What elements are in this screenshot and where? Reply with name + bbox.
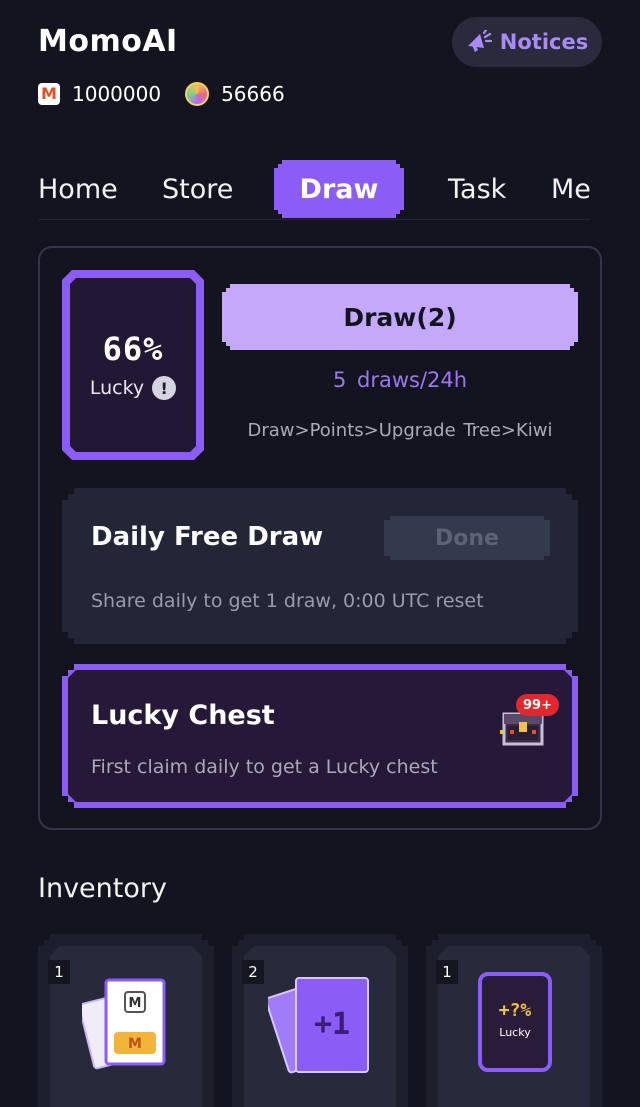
kiwi-fruit-icon [185, 82, 210, 106]
daily-free-draw-title: Daily Free Draw [91, 522, 324, 552]
lucky-percent: 66% [102, 330, 164, 368]
chest-count-badge: 99+ [516, 694, 559, 716]
balances: M 1000000 56666 [38, 82, 285, 106]
momo-coin-icon: M [38, 83, 60, 105]
kiwi-value: 56666 [221, 82, 285, 106]
notices-button[interactable]: Notices [452, 17, 602, 67]
notices-label: Notices [499, 30, 589, 54]
lucky-card: 66% Lucky ! [62, 270, 204, 460]
main-nav: Home Store Draw Task Me [38, 160, 591, 220]
tab-task[interactable]: Task [448, 174, 506, 205]
lucky-chest-description: First claim daily to get a Lucky chest [91, 756, 438, 778]
tab-draw[interactable]: Draw [274, 160, 404, 218]
momo-coin-balance: M 1000000 [38, 82, 161, 106]
svg-text:M: M [129, 996, 142, 1011]
momo-card-icon: M M [82, 976, 178, 1070]
lucky-chest-inner: Lucky Chest First claim daily to get a L… [68, 670, 572, 802]
done-button[interactable]: Done [384, 516, 550, 560]
app-title: MomoAI [38, 24, 178, 59]
megaphone-icon [467, 30, 492, 52]
inventory-title: Inventory [38, 873, 167, 904]
lucky-boost-card-icon: +?% Lucky [478, 972, 552, 1072]
plus-one-draw-card-icon: +1 [268, 972, 376, 1076]
lucky-boost-label: Lucky [499, 1026, 531, 1039]
draws-rate: 5 draws/24h [332, 368, 468, 392]
plus-one-text: +1 [314, 1007, 350, 1042]
draw-button[interactable]: Draw(2) [222, 284, 578, 350]
lucky-card-inner: 66% Lucky ! [70, 278, 196, 452]
inventory-item[interactable]: 2 +1 [232, 934, 408, 1107]
lucky-chest-title: Lucky Chest [91, 700, 275, 731]
inventory-item[interactable]: 1 M M [38, 934, 214, 1107]
path-hint: Draw>Points>Upgrade Tree>Kiwi [247, 420, 553, 441]
item-count: 1 [436, 960, 458, 984]
tab-home[interactable]: Home [38, 174, 118, 205]
tab-store[interactable]: Store [162, 174, 233, 205]
kiwi-balance: 56666 [185, 82, 285, 106]
lucky-label: Lucky [89, 377, 145, 399]
info-icon[interactable]: ! [152, 376, 176, 400]
lucky-boost-text: +?% [499, 1000, 532, 1021]
daily-free-draw-description: Share daily to get 1 draw, 0:00 UTC rese… [91, 590, 484, 612]
tab-me[interactable]: Me [551, 174, 591, 205]
lucky-label-row: Lucky ! [90, 376, 176, 400]
inventory-item[interactable]: 1 +?% Lucky [426, 934, 602, 1107]
svg-text:M: M [128, 1036, 142, 1052]
item-count: 1 [48, 960, 70, 984]
item-count: 2 [242, 960, 264, 984]
app-header: MomoAI [38, 24, 178, 59]
lucky-chest-card[interactable]: Lucky Chest First claim daily to get a L… [62, 664, 578, 808]
daily-free-draw-card: Daily Free Draw Done Share daily to get … [62, 488, 578, 644]
momo-coin-value: 1000000 [72, 82, 162, 106]
